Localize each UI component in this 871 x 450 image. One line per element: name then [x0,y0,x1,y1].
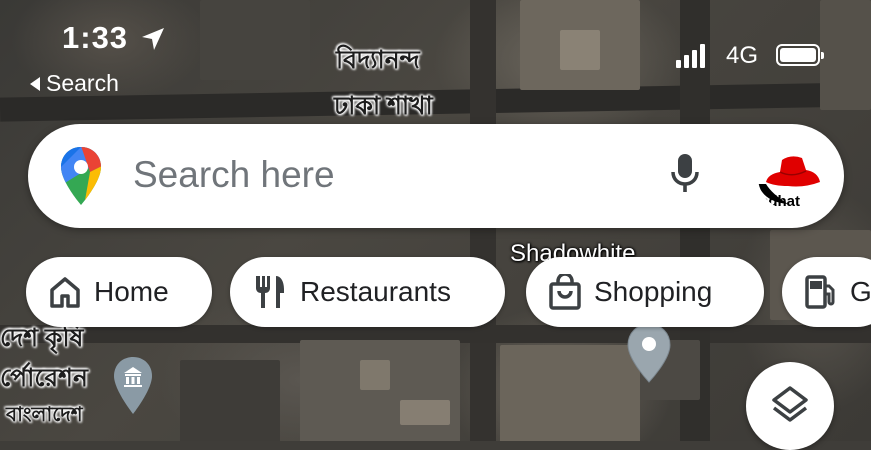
svg-text:edhat: edhat [760,193,800,210]
map-building [300,340,460,441]
chip-shopping[interactable]: Shopping [526,257,764,327]
map-label-place[interactable]: বিদ্যানন্দ [336,40,420,83]
layers-icon [770,384,810,429]
signal-bars-icon [676,42,705,68]
home-icon [48,275,82,309]
gas-station-icon [804,274,838,310]
battery-icon [776,44,824,66]
map-building [820,0,871,110]
chip-home[interactable]: Home [26,257,212,327]
fork-knife-icon [252,274,288,310]
place-pin-icon[interactable] [626,322,672,389]
map-building [560,30,600,70]
chip-gas[interactable]: G [782,257,871,327]
chip-restaurants[interactable]: Restaurants [230,257,505,327]
map-building [360,360,390,390]
google-maps-pin-icon [60,146,102,211]
location-arrow-icon [140,26,166,57]
redhat-avatar[interactable]: edhat [758,144,824,210]
map-road [0,82,871,122]
chip-label: Restaurants [300,276,451,307]
map-building [400,400,450,425]
back-arrow-icon [30,76,40,91]
map-label-place[interactable]: ঢাকা শাখা [334,86,433,129]
status-time: 1:33 [62,20,129,55]
chip-label: G [850,276,871,307]
chip-label: Shopping [594,276,713,307]
map-building [180,360,280,441]
layers-button[interactable] [746,362,834,450]
microphone-icon[interactable] [668,152,702,201]
shopping-bag-icon [548,274,582,310]
chip-label: Home [94,276,169,307]
map-building [500,345,640,441]
map-building [200,0,310,80]
network-type: 4G [726,42,759,69]
search-input[interactable] [133,154,633,196]
map-label-institution[interactable]: বাংলাদেশ [6,400,83,433]
search-bar[interactable]: edhat [28,124,844,228]
back-to-search-link[interactable]: Search [30,70,119,97]
back-link-label: Search [46,70,119,96]
map-label-institution[interactable]: র্পোরেশন [0,358,88,401]
institution-pin-icon[interactable] [112,355,154,422]
